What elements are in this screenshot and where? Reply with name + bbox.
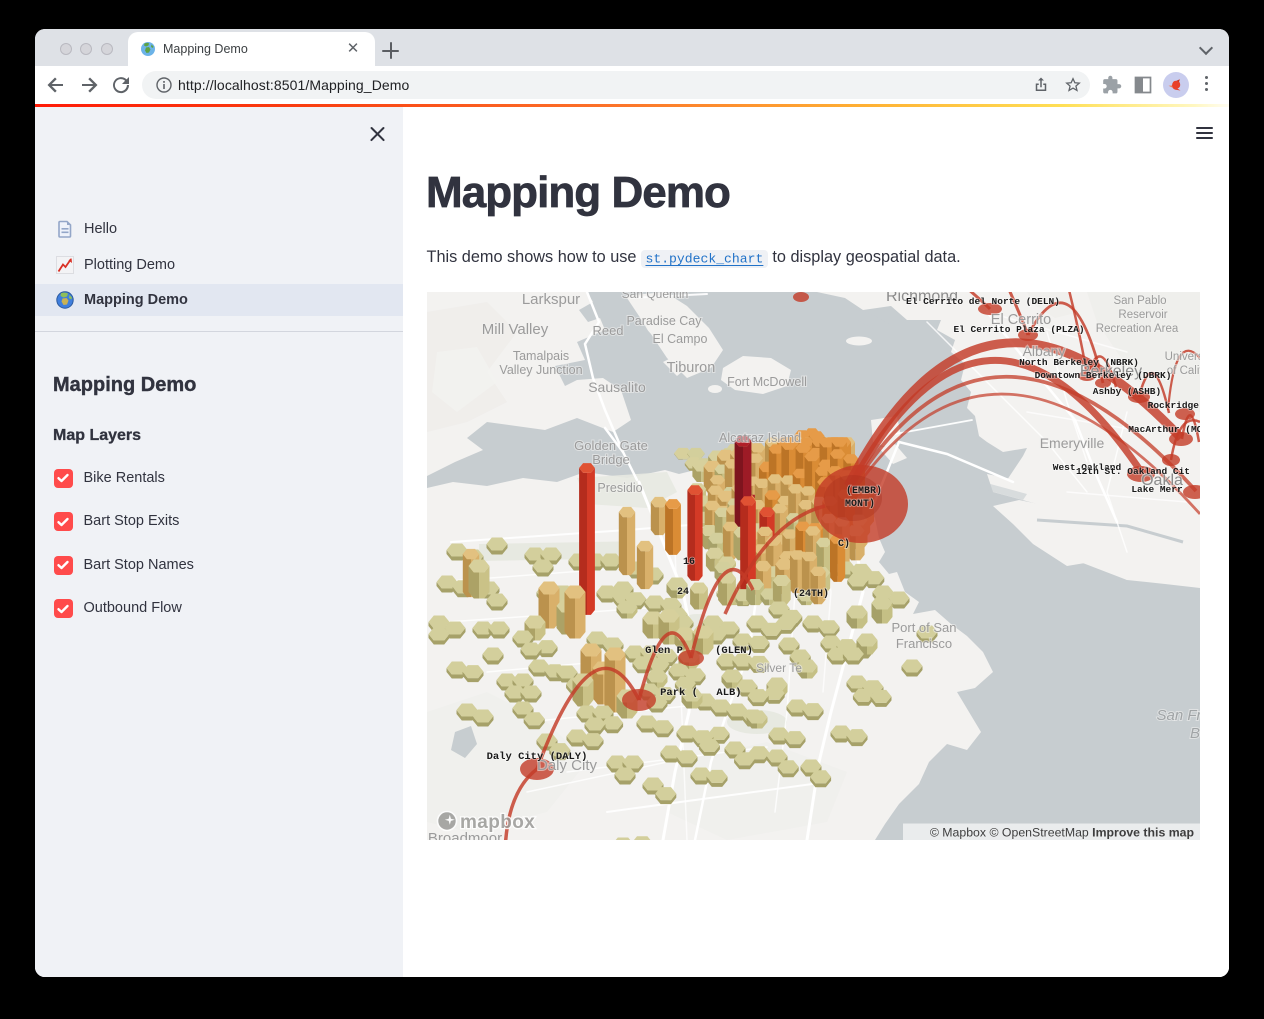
svg-text:Bridge: Bridge: [592, 452, 630, 467]
svg-text:Valley Junction: Valley Junction: [499, 363, 582, 377]
svg-text:El Cerrito del Norte (DELN): El Cerrito del Norte (DELN): [906, 296, 1060, 307]
svg-text:Reservoir: Reservoir: [1118, 309, 1167, 321]
svg-text:Daly City (DALY): Daly City (DALY): [487, 751, 588, 763]
svg-text:San Pablo: San Pablo: [1113, 295, 1166, 307]
svg-text:Tiburon: Tiburon: [667, 360, 716, 376]
svg-text:Fort McDowell: Fort McDowell: [727, 375, 807, 389]
svg-text:Port of San: Port of San: [891, 620, 956, 635]
svg-text:Emeryville: Emeryville: [1040, 435, 1105, 451]
svg-text:Larkspur: Larkspur: [522, 292, 580, 308]
svg-text:Universit: Universit: [1165, 351, 1200, 363]
svg-text:Paradise Cay: Paradise Cay: [626, 314, 702, 328]
svg-text:Tamalpais: Tamalpais: [513, 349, 569, 363]
svg-text:San Quentin: San Quentin: [622, 292, 689, 301]
svg-text:(EMBR): (EMBR): [846, 485, 882, 497]
svg-text:Downtown Berkeley (DBRK): Downtown Berkeley (DBRK): [1035, 370, 1172, 381]
svg-text:Rockridge (: Rockridge (: [1148, 400, 1200, 411]
svg-text:Alcatraz Island: Alcatraz Island: [719, 431, 801, 445]
svg-text:(24TH): (24TH): [793, 588, 829, 600]
svg-text:El Campo: El Campo: [653, 332, 708, 346]
svg-text:Silver Te: Silver Te: [756, 661, 802, 675]
svg-text:Reed: Reed: [592, 323, 623, 338]
svg-text:Golden Gate: Golden Gate: [574, 438, 648, 453]
svg-text:C): C): [838, 538, 850, 550]
svg-text:Presidio: Presidio: [597, 481, 642, 495]
svg-text:MacArthur (MCAR: MacArthur (MCAR: [1128, 424, 1200, 435]
svg-text:Sausalito: Sausalito: [588, 379, 646, 395]
svg-text:16: 16: [683, 557, 695, 568]
svg-text:North Berkeley (NBRK): North Berkeley (NBRK): [1019, 357, 1139, 368]
svg-text:Francisco: Francisco: [896, 636, 952, 651]
svg-text:Ashby (ASHB): Ashby (ASHB): [1093, 386, 1161, 397]
svg-text:(GLEN): (GLEN): [715, 645, 753, 657]
svg-text:Park (: Park (: [660, 687, 698, 699]
svg-text:Recreation Area: Recreation Area: [1096, 323, 1179, 335]
svg-text:Lake Merr: Lake Merr: [1131, 484, 1183, 495]
svg-text:© Mapbox © OpenStreetMap Impro: © Mapbox © OpenStreetMap Improve this ma…: [930, 825, 1194, 839]
svg-text:ALB): ALB): [716, 687, 741, 699]
svg-text:Mill Valley: Mill Valley: [482, 321, 549, 338]
svg-text:MONT): MONT): [845, 498, 875, 510]
svg-text:B: B: [1190, 725, 1200, 742]
svg-text:12th St. Oakland Cit: 12th St. Oakland Cit: [1076, 466, 1190, 477]
svg-text:of Californ: of Californ: [1167, 365, 1200, 377]
svg-text:mapbox: mapbox: [460, 812, 535, 833]
svg-text:San Fr: San Fr: [1156, 707, 1200, 724]
svg-text:24: 24: [677, 587, 689, 598]
svg-text:Glen P: Glen P: [645, 645, 683, 657]
svg-text:El Cerrito Plaza (PLZA): El Cerrito Plaza (PLZA): [953, 324, 1084, 335]
